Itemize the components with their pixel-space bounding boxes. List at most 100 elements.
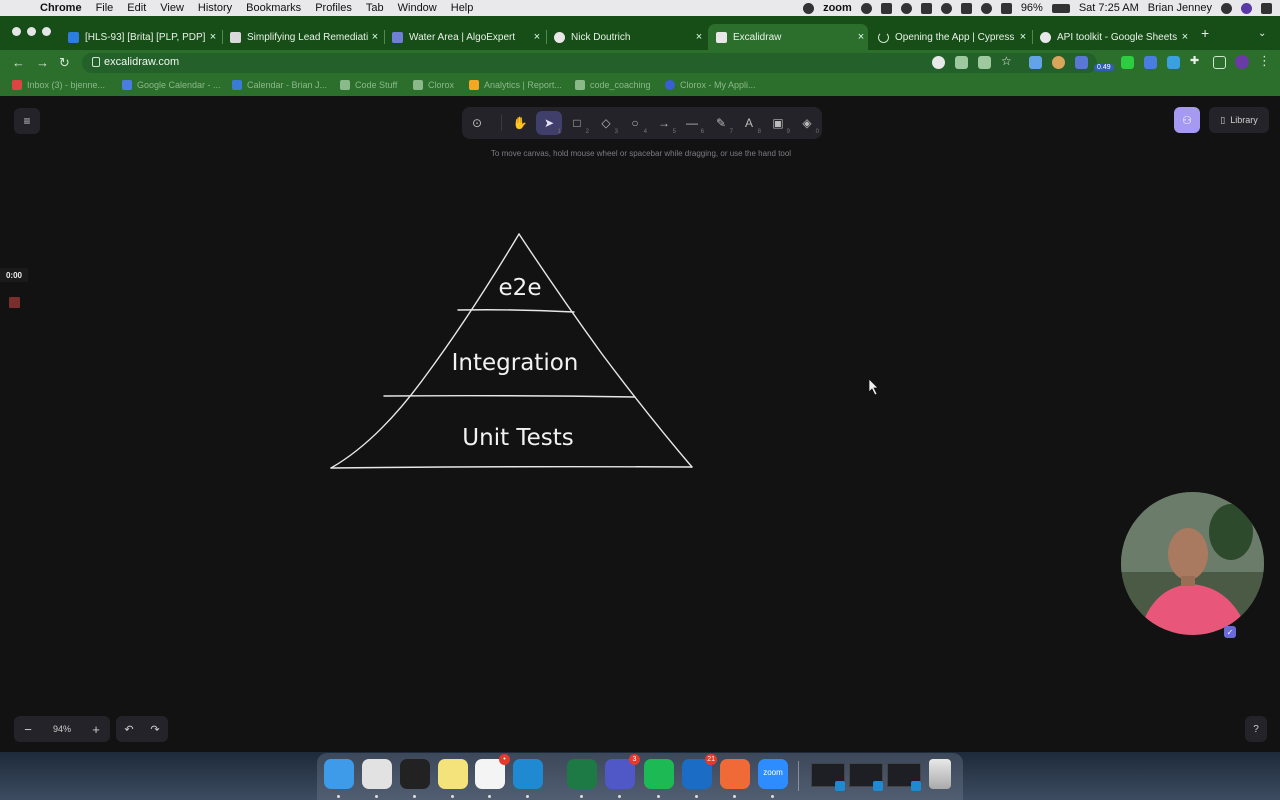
label-unit-tests[interactable]: Unit Tests [462,425,573,451]
undo-icon[interactable]: ↶ [124,723,133,736]
install-icon[interactable] [955,56,968,69]
extension-green-icon[interactable] [1121,56,1134,69]
url-text[interactable]: excalidraw.com [104,56,179,68]
teams-icon[interactable]: 3 [605,754,640,798]
close-icon[interactable]: × [530,31,544,43]
minimized-window-vscode-1[interactable] [811,763,845,791]
menu-window[interactable]: Window [398,2,437,14]
bookmark-folder-code-stuff[interactable]: Code Stuff [340,80,397,90]
tab-google-sheets[interactable]: API toolkit - Google Sheets × [1032,24,1192,50]
excalidraw-canvas[interactable]: ≡ ⊙ ✋ ➤ 1 □ 2 ◇ 3 ○ 4 → 5—6 ✎ 7 A 8 ▣ 9 ◈ 0 To move canvas,… [0,96,1280,752]
close-window-icon[interactable] [12,27,21,36]
zoom-status-label[interactable]: zoom [823,2,852,14]
zoom-in-button[interactable]: + [82,722,110,737]
maximize-window-icon[interactable] [42,27,51,36]
menu-bookmarks[interactable]: Bookmarks [246,2,301,14]
close-icon[interactable]: × [368,31,382,43]
extension-cookie-icon[interactable] [1052,56,1065,69]
pyramid-divider-middle [383,394,636,398]
tab-simplifying-lead[interactable]: Simplifying Lead Remediation × [222,24,382,50]
tab-excalidraw[interactable]: Excalidraw × [708,24,868,50]
trash-icon[interactable] [929,759,951,789]
chevron-down-icon[interactable]: ⌄ [1258,28,1266,39]
status-app-icon[interactable] [803,2,815,14]
bookmark-star-icon[interactable]: ☆ [1001,54,1014,68]
time-machine-icon[interactable] [940,2,952,14]
extension-icon[interactable] [1075,56,1088,69]
postman-icon[interactable] [720,759,750,798]
zoom-out-button[interactable]: − [14,722,42,737]
minimize-window-icon[interactable] [27,27,36,36]
pyramid-drawing[interactable]: e2e Integration Unit Tests [0,96,1280,752]
finder-icon[interactable] [324,759,354,798]
zoom-icon[interactable]: zoom [758,759,788,798]
tab-jira[interactable]: [HLS-93] [Brita] [PLP, PDP] × [60,24,220,50]
zoom-level[interactable]: 94% [42,724,82,734]
close-icon[interactable]: × [854,31,868,43]
close-icon[interactable]: × [1178,31,1192,43]
terminal-icon[interactable] [400,759,430,798]
clock[interactable]: Sat 7:25 AM [1079,2,1139,14]
forward-icon[interactable]: → [36,55,49,70]
menu-edit[interactable]: Edit [127,2,146,14]
close-icon[interactable]: × [1016,31,1030,43]
menu-profiles[interactable]: Profiles [315,2,352,14]
tab-algoexpert[interactable]: Water Area | AlgoExpert × [384,24,544,50]
extensions-puzzle-icon[interactable]: ✚ [1190,54,1203,67]
label-integration[interactable]: Integration [452,350,579,376]
tab-cypress[interactable]: Opening the App | Cypress Do × [870,24,1030,50]
tab-nick-doutrich[interactable]: Nick Doutrich × [546,24,706,50]
minimized-window-vscode-2[interactable] [849,763,883,791]
slack-icon[interactable]: • [475,754,510,798]
display-icon[interactable] [960,2,972,14]
siri-icon[interactable] [1241,2,1252,14]
clipboard-icon[interactable] [920,2,932,14]
reload-icon[interactable]: ↻ [59,55,70,71]
extension-web-icon[interactable] [1167,56,1180,69]
menu-history[interactable]: History [198,2,232,14]
menu-view[interactable]: View [160,2,184,14]
label-e2e[interactable]: e2e [499,275,542,301]
share-icon[interactable] [978,56,991,69]
bookmark-inbox[interactable]: Inbox (3) - bjenne... [12,80,105,90]
bookmark-folder-code-coaching[interactable]: code_coaching [575,80,651,90]
help-icon[interactable]: ? [1245,716,1267,742]
battery-icon[interactable] [1051,3,1070,13]
google-lens-icon[interactable] [932,56,945,69]
kebab-menu-icon[interactable]: ⋮ [1258,53,1271,69]
volume-icon[interactable] [1000,2,1012,14]
notes-icon[interactable] [438,759,468,798]
spotlight-search-icon[interactable] [1221,2,1232,14]
menu-help[interactable]: Help [451,2,474,14]
menu-file[interactable]: File [96,2,114,14]
new-tab-icon[interactable]: + [1201,25,1209,41]
close-icon[interactable]: × [692,31,706,43]
menu-app-name[interactable]: Chrome [40,2,82,14]
spotify-icon[interactable] [644,759,674,798]
profile-avatar[interactable] [1235,55,1249,69]
excel-icon[interactable] [567,759,597,798]
status-box-icon[interactable] [880,2,892,14]
bookmark-calendar-brian[interactable]: Calendar - Brian J... [232,80,327,90]
chrome-icon[interactable] [362,759,392,798]
side-panel-icon[interactable] [1213,56,1226,69]
bookmark-clorox-apps[interactable]: Clorox - My Appli... [665,80,756,90]
vscode-icon[interactable] [513,759,543,798]
lock-icon[interactable] [92,57,100,67]
extension-react-icon[interactable] [1029,56,1042,69]
extension-blue-icon[interactable] [1144,56,1157,69]
bookmark-google-calendar[interactable]: Google Calendar - ... [122,80,221,90]
bookmark-analytics[interactable]: Analytics | Report... [469,80,562,90]
gear-icon[interactable] [860,2,872,14]
bookmark-folder-clorox[interactable]: Clorox [413,80,454,90]
redo-icon[interactable]: ↷ [150,723,159,736]
outlook-icon[interactable]: 21 [682,754,717,798]
control-center-icon[interactable] [1261,2,1272,14]
user-name[interactable]: Brian Jenney [1148,2,1212,14]
coffee-icon[interactable] [900,2,912,14]
back-icon[interactable]: ← [12,55,25,70]
wifi-icon[interactable] [980,2,992,14]
menu-tab[interactable]: Tab [366,2,384,14]
close-icon[interactable]: × [206,31,220,43]
minimized-window-vscode-3[interactable] [887,763,921,791]
